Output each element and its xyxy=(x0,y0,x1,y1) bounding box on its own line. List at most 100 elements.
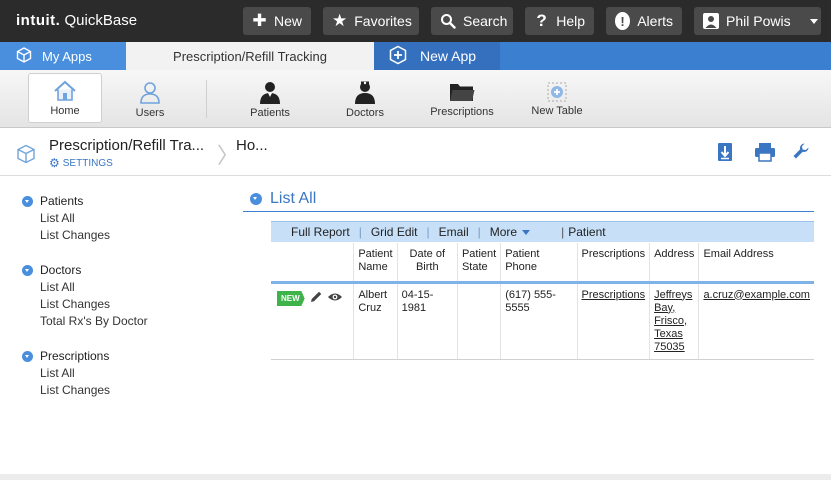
new-button[interactable]: ✚ New xyxy=(243,7,311,35)
column-header[interactable]: Prescriptions xyxy=(576,243,650,284)
report-header[interactable]: List All xyxy=(250,190,316,208)
sidebar-group-header[interactable]: Patients xyxy=(22,192,110,210)
star-icon: ★ xyxy=(332,11,348,30)
doctor-icon xyxy=(353,80,377,104)
folder-icon xyxy=(449,81,475,103)
sidebar-group-title: Patients xyxy=(40,194,84,208)
sidebar-group-header[interactable]: Doctors xyxy=(22,261,148,279)
collapse-caret-icon xyxy=(250,193,262,205)
cell-patient-state xyxy=(456,282,501,360)
sidebar-item-doctors-total-rx[interactable]: Total Rx's By Doctor xyxy=(40,313,148,330)
column-header[interactable]: Patient State xyxy=(456,243,501,284)
toolbar-prescriptions[interactable]: Prescriptions xyxy=(422,70,502,128)
app-title[interactable]: Prescription/Refill Tra... xyxy=(49,137,204,154)
pencil-icon[interactable] xyxy=(309,290,323,308)
sidebar-item-patients-list-changes[interactable]: List Changes xyxy=(40,227,110,244)
new-button-label: New xyxy=(273,13,302,29)
cell-patient-name: Albert Cruz xyxy=(353,282,398,360)
print-icon[interactable] xyxy=(754,142,776,165)
settings-link[interactable]: ⚙ SETTINGS xyxy=(49,156,113,170)
user-name: Phil Powis xyxy=(726,13,791,29)
cube-icon xyxy=(16,46,32,66)
sidebar-item-patients-list-all[interactable]: List All xyxy=(40,210,110,227)
tab-new-app[interactable]: New App xyxy=(374,42,500,70)
search-button[interactable]: Search xyxy=(431,7,513,35)
favorites-button-label: Favorites xyxy=(354,13,412,29)
tab-prescription-refill-tracking[interactable]: Prescription/Refill Tracking xyxy=(126,42,374,70)
more-label: More xyxy=(489,225,518,239)
wrench-icon[interactable] xyxy=(792,142,810,163)
collapse-caret-icon xyxy=(22,264,33,276)
sidebar-item-doctors-list-changes[interactable]: List Changes xyxy=(40,296,148,313)
users-icon xyxy=(138,80,162,104)
table-name-label: Patient xyxy=(568,225,606,239)
toolbar-separator xyxy=(206,80,207,118)
column-header[interactable]: Address xyxy=(649,243,699,284)
download-icon[interactable] xyxy=(717,142,733,165)
help-button[interactable]: ? Help xyxy=(525,7,594,35)
question-icon: ? xyxy=(536,11,547,30)
table-row[interactable]: NEW Albert Cruz 04-15-1981 (617) 555-555… xyxy=(271,282,814,360)
toolbar-patients-label: Patients xyxy=(250,106,290,119)
breadcrumb: Prescription/Refill Tra... ⚙ SETTINGS 〉 … xyxy=(0,128,831,176)
chevron-down-icon xyxy=(809,18,818,24)
eye-icon[interactable] xyxy=(327,291,343,307)
prescriptions-link[interactable]: Prescriptions xyxy=(582,289,646,301)
toolbar-doctors-label: Doctors xyxy=(346,106,384,119)
toolbar-doctors[interactable]: Doctors xyxy=(334,70,396,128)
column-header-actions xyxy=(271,243,354,284)
alerts-button-label: Alerts xyxy=(637,13,673,29)
cell-email: a.cruz@example.com xyxy=(698,282,814,360)
app-toolbar: Home Users Patients Doctors Prescription… xyxy=(0,70,831,128)
alerts-button[interactable]: ! Alerts xyxy=(606,7,682,35)
new-badge: NEW xyxy=(277,291,305,306)
quickbase-logo[interactable]: intuit. QuickBase xyxy=(16,12,137,29)
logo-brand: intuit. xyxy=(16,12,61,29)
full-report-link[interactable]: Full Report xyxy=(271,225,359,239)
toolbar-users[interactable]: Users xyxy=(114,70,186,128)
toolbar-home[interactable]: Home xyxy=(28,73,102,123)
column-header[interactable]: Patient Phone xyxy=(500,243,577,284)
collapse-caret-icon xyxy=(22,195,33,207)
tab-my-apps[interactable]: My Apps xyxy=(0,42,126,70)
toolbar-home-label: Home xyxy=(50,104,80,117)
alert-icon: ! xyxy=(615,12,631,30)
settings-label: SETTINGS xyxy=(62,157,113,169)
sidebar-item-prescriptions-list-changes[interactable]: List Changes xyxy=(40,382,110,399)
sidebar-item-doctors-list-all[interactable]: List All xyxy=(40,279,148,296)
column-header[interactable]: Email Address xyxy=(698,243,814,284)
search-button-label: Search xyxy=(463,13,508,29)
sidebar-item-prescriptions-list-all[interactable]: List All xyxy=(40,365,110,382)
toolbar-new-table-label: New Table xyxy=(531,104,583,117)
grid-edit-link[interactable]: Grid Edit xyxy=(362,225,427,239)
bottom-bar xyxy=(0,474,831,480)
table-name: | Patient xyxy=(539,225,614,239)
report-toolbar: Full Report | Grid Edit | Email | More |… xyxy=(271,221,814,242)
column-header[interactable]: Date of Birth xyxy=(396,243,458,284)
report-title: List All xyxy=(270,190,317,207)
favorites-button[interactable]: ★ Favorites xyxy=(323,7,419,35)
report-table: Patient Name Date of Birth Patient State… xyxy=(271,243,814,360)
tab-new-app-label: New App xyxy=(420,48,477,64)
sidebar-group-title: Doctors xyxy=(40,263,82,277)
user-menu-button[interactable]: Phil Powis xyxy=(694,7,821,35)
toolbar-separator: | xyxy=(561,225,565,239)
sidebar-group-prescriptions: Prescriptions List All List Changes xyxy=(22,347,110,399)
sidebar-group-patients: Patients List All List Changes xyxy=(22,192,110,244)
page-title: Ho... xyxy=(236,137,268,154)
sidebar-group-header[interactable]: Prescriptions xyxy=(22,347,110,365)
add-table-icon xyxy=(547,82,567,102)
more-dropdown[interactable]: More xyxy=(481,225,539,239)
toolbar-new-table[interactable]: New Table xyxy=(522,70,592,128)
address-link[interactable]: Jeffreys Bay, Frisco, Texas 75035 xyxy=(654,289,692,353)
toolbar-patients[interactable]: Patients xyxy=(238,70,302,128)
toolbar-users-label: Users xyxy=(135,106,165,119)
email-link[interactable]: Email xyxy=(430,225,478,239)
column-header[interactable]: Patient Name xyxy=(353,243,398,284)
patient-icon xyxy=(258,80,282,104)
email-link[interactable]: a.cruz@example.com xyxy=(703,289,810,301)
app-tab-row: My Apps Prescription/Refill Tracking New… xyxy=(0,42,831,70)
help-button-label: Help xyxy=(556,13,585,29)
tab-my-apps-label: My Apps xyxy=(42,48,92,64)
user-icon xyxy=(703,13,719,29)
